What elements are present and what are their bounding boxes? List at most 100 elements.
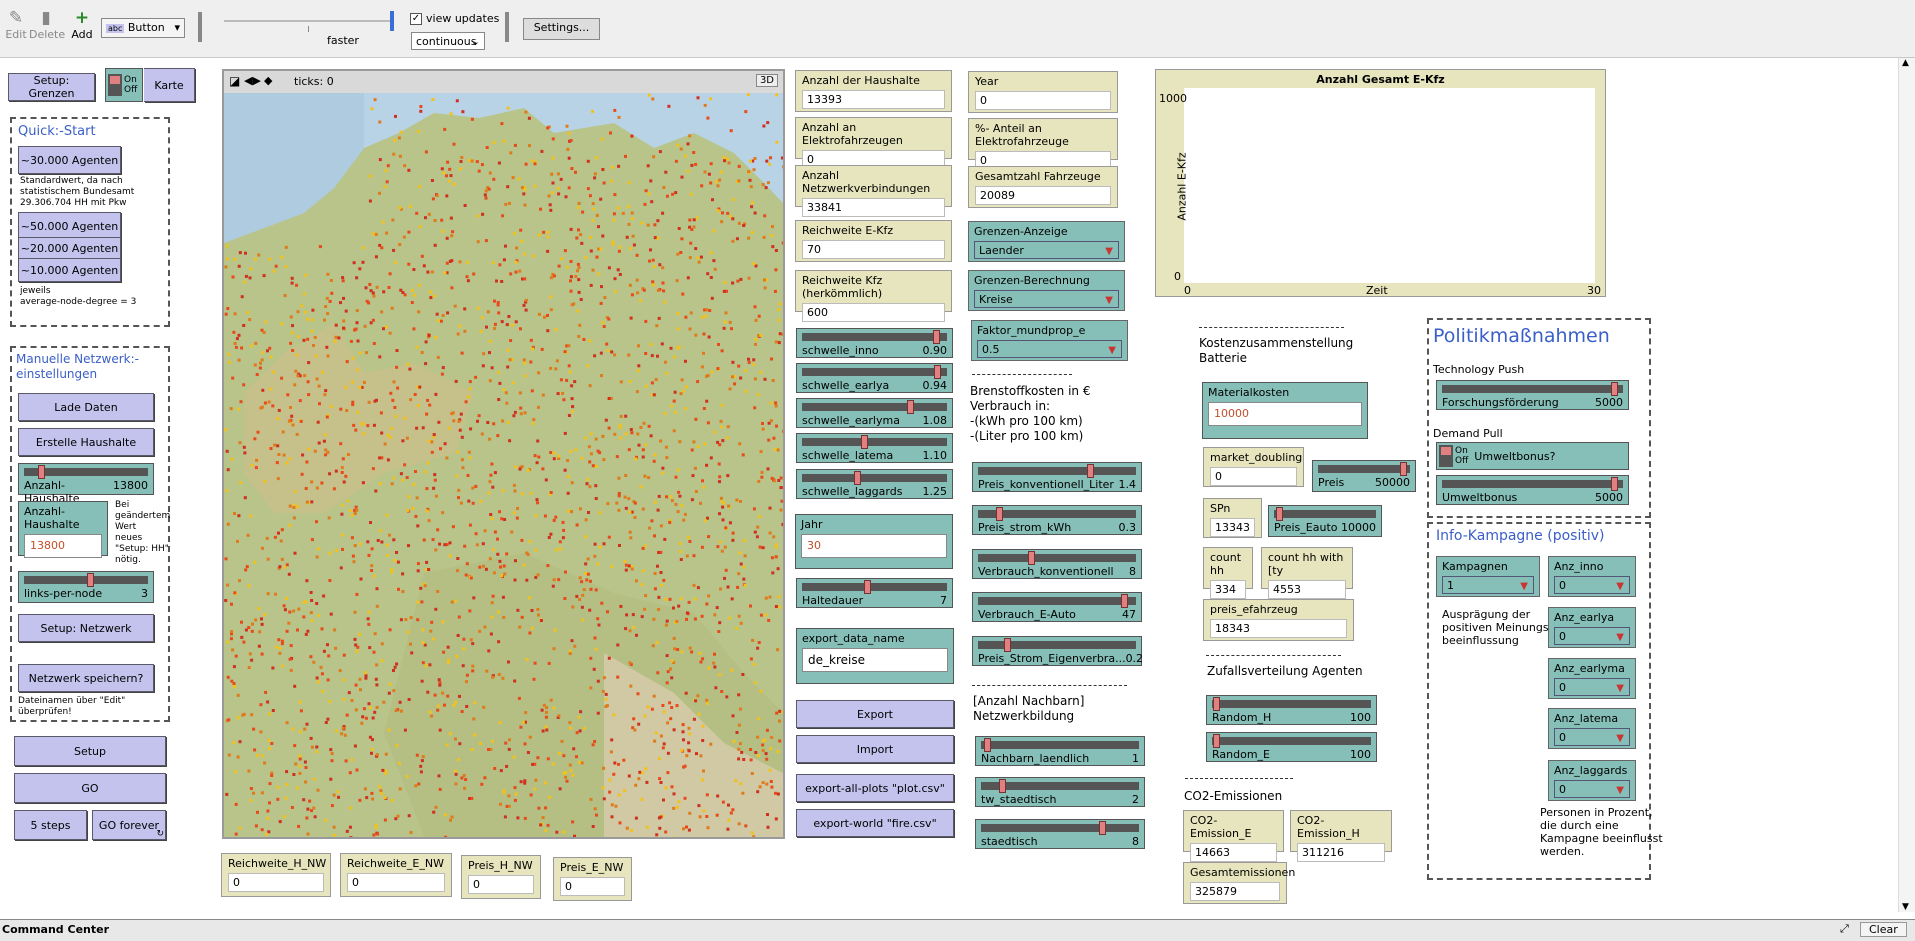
step-arrows-icon[interactable]: ◀▶: [244, 74, 261, 87]
scroll-up-icon[interactable]: ▲: [1902, 58, 1909, 68]
slider-schwelle-inno[interactable]: schwelle_inno 0.90: [796, 328, 953, 358]
vertical-scrollbar[interactable]: ▲ ▼: [1898, 58, 1915, 912]
slider-knob[interactable]: [38, 465, 45, 479]
random-e-slider[interactable]: Random_E 100: [1206, 732, 1377, 762]
links-per-node-slider[interactable]: links-per-node 3: [18, 571, 154, 603]
slider-knob[interactable]: [1004, 638, 1011, 652]
slider-knob[interactable]: [1099, 821, 1106, 835]
random-h-slider[interactable]: Random_H 100: [1206, 695, 1377, 725]
karte-switch[interactable]: On Off: [105, 68, 143, 102]
view-updates-checkbox[interactable]: ✓ view updates: [410, 12, 499, 25]
slider-knob[interactable]: [854, 471, 861, 485]
slider-verbrauch-e-auto[interactable]: Verbrauch_E-Auto 47: [972, 592, 1142, 622]
haltedauer-slider[interactable]: Haltedauer 7: [796, 578, 953, 608]
co2-heading: CO2-Emissionen: [1184, 789, 1283, 803]
slider-schwelle-earlya[interactable]: schwelle_earlya 0.94: [796, 363, 953, 393]
export-all-plots-button[interactable]: export-all-plots "plot.csv": [796, 774, 954, 802]
settings-button[interactable]: Settings...: [523, 18, 600, 40]
slider-preis-konventionell-liter[interactable]: Preis_konventionell_Liter 1.4: [972, 462, 1142, 492]
slider-preis-strom-eigenverbra-[interactable]: Preis_Strom_Eigenverbra... 0.2: [972, 636, 1143, 666]
slider-knob[interactable]: [1028, 551, 1035, 565]
slider-knob[interactable]: [1087, 464, 1094, 478]
grenzen-anzeige-chooser[interactable]: Grenzen-Anzeige Laender ▼: [968, 221, 1125, 262]
agents-50k-button[interactable]: ~50.000 Agenten: [18, 212, 121, 240]
forschungsfoerderung-slider[interactable]: Forschungsförderung 5000: [1436, 380, 1629, 410]
jahr-input[interactable]: Jahr 30: [795, 514, 953, 569]
slider-knob[interactable]: [1213, 697, 1220, 711]
agents-20k-button[interactable]: ~20.000 Agenten: [18, 237, 121, 259]
slider-verbrauch-konventionell[interactable]: Verbrauch_konventionell 8: [972, 549, 1142, 579]
export-world-button[interactable]: export-world "fire.csv": [796, 809, 954, 837]
slider-knob[interactable]: [1213, 734, 1220, 748]
kampagnen-chooser[interactable]: Kampagnen 1 ▼: [1436, 556, 1540, 597]
add-button[interactable]: + Add: [66, 8, 98, 41]
slider-knob[interactable]: [1121, 594, 1128, 608]
agents-10k-button[interactable]: ~10.000 Agenten: [18, 258, 121, 282]
anzahl-haushalte-input[interactable]: Anzahl-Haushalte 13800: [18, 501, 108, 558]
slider-knob[interactable]: [87, 573, 94, 587]
preis-slider[interactable]: Preis 50000: [1312, 460, 1416, 492]
auspraegung-note: Ausprägung der positiven Meinungs-beeinfl…: [1442, 608, 1553, 647]
setup-button[interactable]: Setup: [14, 736, 166, 766]
anzahl-haushalte-slider[interactable]: Anzahl-Haushalte 13800: [18, 463, 154, 505]
up-down-icon[interactable]: ◆: [264, 74, 272, 87]
slider-knob[interactable]: [1400, 462, 1407, 476]
chooser-anz-earlya[interactable]: Anz_earlya 0 ▼: [1548, 607, 1636, 648]
switch-toggle[interactable]: [1439, 445, 1453, 467]
slider-schwelle-latema[interactable]: schwelle_latema 1.10: [796, 433, 953, 463]
slider-knob[interactable]: [984, 738, 991, 752]
edit-button[interactable]: ✎ Edit: [0, 8, 32, 41]
faktor-mundprop-chooser[interactable]: Faktor_mundprop_e 0.5 ▼: [971, 320, 1128, 361]
slider-preis-strom-kwh[interactable]: Preis_strom_kWh 0.3: [972, 505, 1142, 535]
slider-knob[interactable]: [1611, 382, 1618, 396]
slider-knob[interactable]: [861, 435, 868, 449]
five-steps-button[interactable]: 5 steps: [14, 810, 87, 840]
clear-button[interactable]: Clear: [1860, 922, 1907, 937]
umweltbonus-slider[interactable]: Umweltbonus 5000: [1436, 475, 1629, 505]
slider-schwelle-earlyma[interactable]: schwelle_earlyma 1.08: [796, 398, 953, 428]
agents-30k-button[interactable]: ~30.000 Agenten: [18, 146, 121, 174]
chooser-anz-laggards[interactable]: Anz_laggards 0 ▼: [1548, 760, 1636, 801]
speed-slider[interactable]: [224, 11, 394, 32]
setup-grenzen-button[interactable]: Setup: Grenzen: [8, 73, 95, 101]
chooser-anz-inno[interactable]: Anz_inno 0 ▼: [1548, 556, 1636, 597]
switch-toggle[interactable]: [108, 74, 122, 96]
export-button[interactable]: Export: [796, 700, 954, 728]
go-forever-button[interactable]: GO forever ↻: [92, 810, 166, 840]
slider-knob[interactable]: [1276, 507, 1283, 521]
netzwerk-speichern-button[interactable]: Netzwerk speichern?: [18, 664, 154, 692]
go-button[interactable]: GO: [14, 773, 166, 803]
lade-daten-button[interactable]: Lade Daten: [18, 393, 154, 421]
slider-schwelle-laggards[interactable]: schwelle_laggards 1.25: [796, 469, 953, 499]
slider-knob[interactable]: [1611, 477, 1618, 491]
slider-knob[interactable]: [864, 580, 871, 594]
setup-netzwerk-button[interactable]: Setup: Netzwerk: [18, 614, 154, 642]
erstelle-haushalte-button[interactable]: Erstelle Haushalte: [18, 428, 154, 456]
preis-eauto-slider[interactable]: Preis_Eauto 10000: [1268, 505, 1382, 537]
delete-button[interactable]: ▮ Delete: [29, 8, 65, 41]
resize-icon[interactable]: ◪: [229, 74, 240, 88]
3d-button[interactable]: 3D: [755, 74, 778, 87]
slider-knob[interactable]: [907, 400, 914, 414]
widget-type-select[interactable]: abc Button ▾: [101, 18, 185, 38]
chooser-anz-latema[interactable]: Anz_latema 0 ▼: [1548, 708, 1636, 749]
slider-knob[interactable]: [933, 330, 940, 344]
slider-staedtisch[interactable]: staedtisch 8: [975, 819, 1145, 849]
slider-tw-staedtisch[interactable]: tw_staedtisch 2: [975, 777, 1145, 807]
scroll-down-icon[interactable]: ▼: [1902, 902, 1909, 912]
slider-knob[interactable]: [996, 507, 1003, 521]
update-mode-select[interactable]: continuous ⌄: [411, 32, 485, 50]
grenzen-berechnung-chooser[interactable]: Grenzen-Berechnung Kreise ▼: [968, 270, 1125, 311]
chooser-anz-earlyma[interactable]: Anz_earlyma 0 ▼: [1548, 658, 1636, 699]
reichweite-h-nw-monitor: Reichweite_H_NW 0: [221, 853, 331, 897]
expand-icon[interactable]: ⤢: [1840, 922, 1849, 936]
slider-nachbarn-laendlich[interactable]: Nachbarn_laendlich 1: [975, 736, 1145, 766]
materialkosten-input[interactable]: Materialkosten 10000: [1202, 382, 1368, 439]
world-view[interactable]: ◪ ◀▶ ◆ ticks: 0 3D: [222, 69, 785, 839]
slider-knob[interactable]: [934, 365, 941, 379]
slider-knob[interactable]: [999, 779, 1006, 793]
umweltbonus-switch[interactable]: On Off Umweltbonus?: [1436, 442, 1629, 470]
import-button[interactable]: Import: [796, 735, 954, 763]
speed-slider-thumb[interactable]: [390, 11, 394, 31]
export-data-name-input[interactable]: export_data_name de_kreise: [796, 628, 954, 684]
